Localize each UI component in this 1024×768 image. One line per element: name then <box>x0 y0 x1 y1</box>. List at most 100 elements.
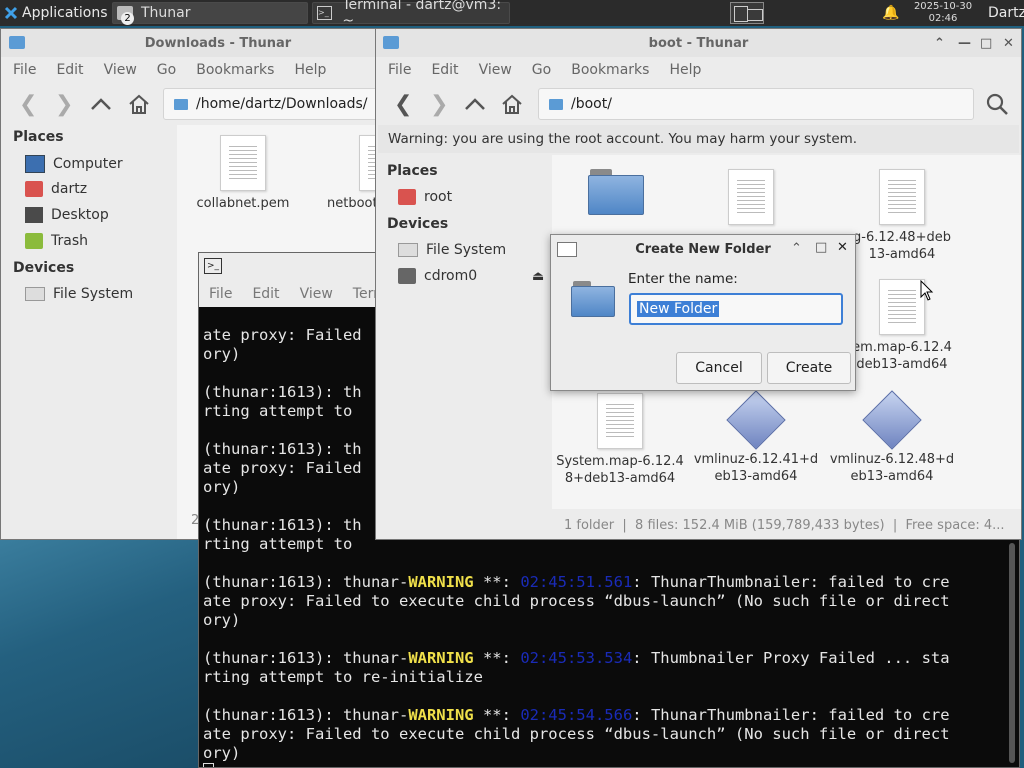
file-name: netboot <box>327 196 376 211</box>
menu-go[interactable]: Go <box>532 62 551 78</box>
drive-icon <box>25 287 45 301</box>
home-folder-icon <box>398 189 416 205</box>
menu-file[interactable]: File <box>13 62 36 78</box>
warning-text: Warning: you are using the root account.… <box>388 131 858 147</box>
menu-edit[interactable]: Edit <box>252 286 279 302</box>
file-item[interactable]: System.map-6.12.4 8+deb13-amd64 <box>552 393 688 487</box>
file-item[interactable]: collabnet.pem <box>195 135 291 212</box>
menu-view[interactable]: View <box>479 62 512 78</box>
forward-arrow-icon[interactable]: ❯ <box>430 92 448 117</box>
menu-view[interactable]: View <box>300 286 333 302</box>
dialog-titlebar[interactable]: Create New Folder ⌃ □ ✕ <box>551 235 855 263</box>
boot-sidepane: Places root Devices File System cdrom0 ⏏ <box>376 155 550 539</box>
kernel-binary-icon <box>726 390 786 450</box>
home-folder-icon <box>25 181 43 197</box>
document-icon <box>220 135 266 191</box>
xfce-logo-icon <box>4 6 18 20</box>
file-item[interactable]: netboot <box>319 135 376 212</box>
close-icon[interactable]: ✕ <box>1003 36 1014 51</box>
window-title: Downloads - Thunar <box>144 35 292 51</box>
home-icon[interactable] <box>501 93 523 115</box>
maximize-icon[interactable]: □ <box>815 240 827 255</box>
workspace-switcher[interactable] <box>730 2 764 24</box>
location-bar[interactable]: /boot/ <box>538 88 974 120</box>
file-name: eb13-amd64 <box>714 469 798 484</box>
back-arrow-icon[interactable]: ❮ <box>394 92 412 117</box>
desktop-background <box>0 540 200 768</box>
menu-bookmarks[interactable]: Bookmarks <box>571 62 649 78</box>
file-item[interactable]: vmlinuz-6.12.48+d eb13-amd64 <box>824 390 960 485</box>
menu-view[interactable]: View <box>104 62 137 78</box>
top-panel: Applications ☰ 2 Thunar >_ Terminal - da… <box>0 0 1024 29</box>
file-item[interactable] <box>706 169 796 229</box>
menu-file[interactable]: File <box>209 286 232 302</box>
notification-bell-icon[interactable]: 🔔 <box>882 0 899 26</box>
boot-toolbar: ❮ ❯ /boot/ <box>376 83 1021 125</box>
file-name: eb13-amd64 <box>850 469 934 484</box>
document-icon <box>597 393 643 449</box>
maximize-icon[interactable]: □ <box>980 36 992 51</box>
close-icon[interactable]: ✕ <box>837 240 848 255</box>
location-bar[interactable]: /home/dartz/Downloads/ <box>163 88 375 120</box>
folder-icon <box>549 98 563 110</box>
sidebar-item-root[interactable]: root <box>398 189 452 205</box>
menu-edit[interactable]: Edit <box>56 62 83 78</box>
mouse-pointer-icon <box>920 280 934 301</box>
root-warning-banner: Warning: you are using the root account.… <box>378 125 1019 153</box>
sidebar-item-dartz[interactable]: dartz <box>25 181 87 197</box>
sidebar-item-computer[interactable]: Computer <box>25 155 123 173</box>
menu-help[interactable]: Help <box>669 62 701 78</box>
sidebar-item-file-system[interactable]: File System <box>25 286 133 302</box>
cancel-button[interactable]: Cancel <box>676 352 762 384</box>
optical-drive-icon <box>398 268 416 284</box>
folder-icon <box>174 98 188 110</box>
sidebar-item-desktop[interactable]: Desktop <box>25 207 109 223</box>
folder-name-input[interactable]: New Folder <box>629 293 843 325</box>
back-arrow-icon[interactable]: ❮ <box>19 92 37 117</box>
applications-menu[interactable]: Applications ☰ <box>4 0 124 26</box>
menu-bookmarks[interactable]: Bookmarks <box>196 62 274 78</box>
eject-icon[interactable]: ⏏ <box>532 269 544 284</box>
terminal-scrollbar[interactable] <box>1009 543 1015 763</box>
menu-help[interactable]: Help <box>294 62 326 78</box>
user-menu[interactable]: Dartz <box>988 0 1024 26</box>
file-name: 8+deb13-amd64 <box>564 471 676 486</box>
menu-file[interactable]: File <box>388 62 411 78</box>
create-button[interactable]: Create <box>767 352 851 384</box>
up-arrow-icon[interactable] <box>464 97 486 111</box>
clock[interactable]: 2025-10-30 02:46 <box>910 1 976 25</box>
task-terminal[interactable]: >_ Terminal - dartz@vm3: ~ <box>312 0 510 29</box>
forward-arrow-icon[interactable]: ❯ <box>55 92 73 117</box>
folder-name-value: New Folder <box>637 301 720 317</box>
chevron-up-icon[interactable]: ⌃ <box>791 241 802 256</box>
chevron-up-icon[interactable]: ⌃ <box>934 36 945 51</box>
task-thunar[interactable]: 2 Thunar <box>112 2 308 25</box>
places-header: Places <box>13 129 64 145</box>
menu-go[interactable]: Go <box>157 62 176 78</box>
sidebar-item-trash[interactable]: Trash <box>25 233 88 249</box>
window-count-badge: 2 <box>121 12 134 25</box>
downloads-titlebar[interactable]: Downloads - Thunar <box>1 29 375 57</box>
document-icon <box>879 169 925 225</box>
terminal-icon: >_ <box>317 6 333 20</box>
menu-edit[interactable]: Edit <box>431 62 458 78</box>
dialog-window-icon <box>557 242 577 257</box>
folder-item[interactable] <box>580 169 650 215</box>
window-title: boot - Thunar <box>648 35 749 51</box>
sidebar-item-label: File System <box>53 286 134 302</box>
desktop-icon <box>25 207 43 223</box>
file-name: vmlinuz-6.12.41+d <box>693 452 819 467</box>
minimize-icon[interactable]: — <box>958 36 971 51</box>
search-icon[interactable] <box>985 92 1009 116</box>
file-item[interactable]: vmlinuz-6.12.41+d eb13-amd64 <box>688 390 824 485</box>
sidebar-item-cdrom0[interactable]: cdrom0 <box>398 268 477 284</box>
terminal-line <box>203 763 1003 767</box>
terminal-cursor <box>203 763 214 767</box>
sidebar-item-file-system[interactable]: File System <box>398 242 506 258</box>
document-icon <box>359 135 375 191</box>
boot-titlebar[interactable]: boot - Thunar ⌃ — □ ✕ <box>376 29 1021 57</box>
home-icon[interactable] <box>128 93 150 115</box>
devices-header: Devices <box>13 260 75 276</box>
up-arrow-icon[interactable] <box>90 97 112 111</box>
